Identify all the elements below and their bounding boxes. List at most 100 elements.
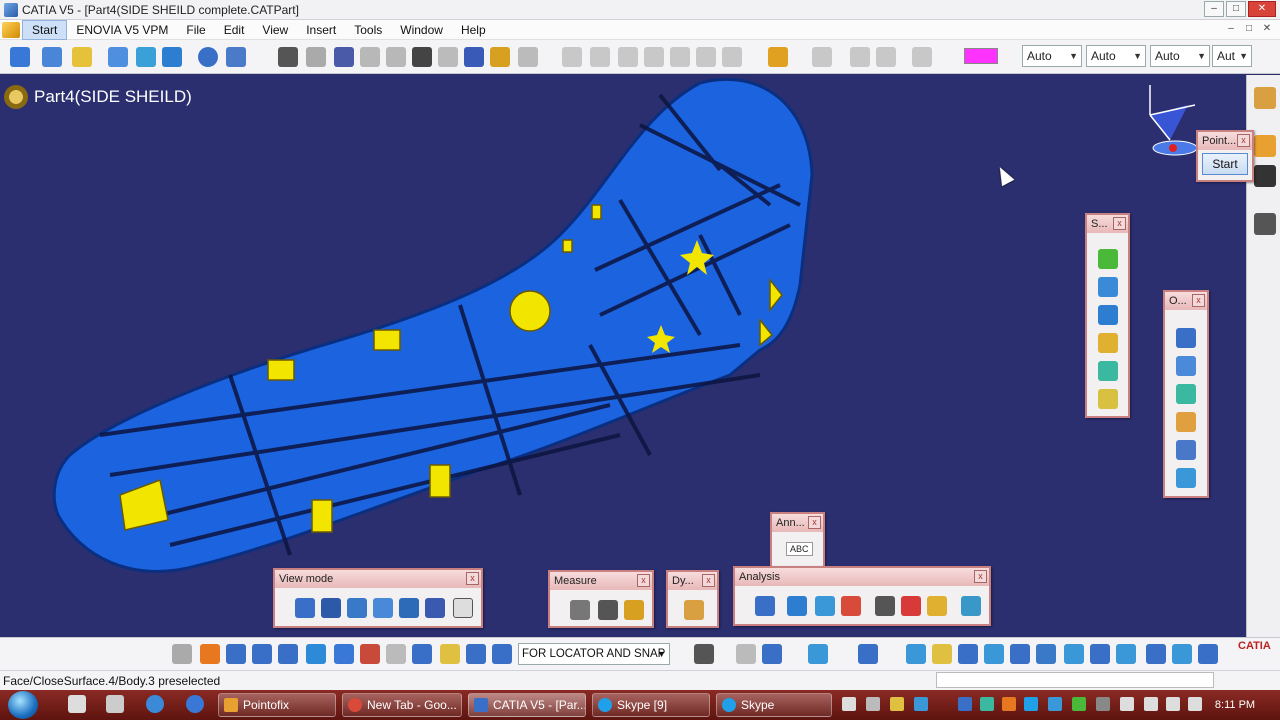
spline-icon[interactable] <box>226 47 246 67</box>
transform-icon[interactable] <box>1176 356 1196 376</box>
menu-view[interactable]: View <box>253 20 297 40</box>
menu-enovia[interactable]: ENOVIA V5 VPM <box>67 20 177 40</box>
part-geometry[interactable] <box>0 75 1246 637</box>
porcupine-icon[interactable] <box>841 596 861 616</box>
close-icon[interactable]: x <box>974 570 987 583</box>
menu-insert[interactable]: Insert <box>297 20 345 40</box>
text-annotation-button[interactable]: ABC <box>786 542 813 556</box>
selection-icon[interactable] <box>492 644 512 664</box>
menu-start[interactable]: Start <box>22 19 68 40</box>
fillet-icon[interactable] <box>464 47 484 67</box>
tray-app-icon[interactable] <box>1002 697 1016 711</box>
wireframe-icon[interactable] <box>425 598 445 618</box>
hide-show-icon[interactable] <box>850 47 870 67</box>
doc-close-button[interactable]: ✕ <box>1260 22 1274 36</box>
material-icon[interactable] <box>399 598 419 618</box>
minimize-button[interactable]: – <box>1204 1 1224 17</box>
cut-icon[interactable] <box>360 644 380 664</box>
connect-checker-icon[interactable] <box>755 596 775 616</box>
measure-item-icon[interactable] <box>598 600 618 620</box>
reframe-icon[interactable] <box>858 644 878 664</box>
palette-header[interactable]: Dy... x <box>668 572 717 590</box>
tray-app-icon[interactable] <box>1096 697 1110 711</box>
menu-tools[interactable]: Tools <box>345 20 391 40</box>
hide-show-icon[interactable] <box>1172 644 1192 664</box>
catia-menu-logo-icon[interactable] <box>2 21 20 38</box>
multi-select-icon[interactable] <box>736 644 756 664</box>
shading-icon[interactable] <box>295 598 315 618</box>
close-button[interactable]: ✕ <box>1248 1 1276 17</box>
draft-analysis-icon[interactable] <box>787 596 807 616</box>
ie-icon[interactable] <box>146 695 164 713</box>
close-icon[interactable]: x <box>466 572 479 585</box>
menu-window[interactable]: Window <box>391 20 452 40</box>
task-skype-9[interactable]: Skype [9] <box>592 693 710 717</box>
join-icon[interactable] <box>278 47 298 67</box>
normal-view-icon[interactable] <box>1064 644 1084 664</box>
grid-icon[interactable] <box>278 644 298 664</box>
sweep-icon[interactable] <box>162 47 182 67</box>
tray-app-icon[interactable] <box>914 697 928 711</box>
curve-icon[interactable] <box>1098 333 1118 353</box>
tray-app-icon[interactable] <box>1072 697 1086 711</box>
update-icon[interactable] <box>172 644 192 664</box>
task-catia[interactable]: CATIA V5 - [Par... <box>468 693 586 717</box>
start-button[interactable]: Start <box>1202 153 1248 175</box>
shading-no-edges-icon[interactable] <box>347 598 367 618</box>
measure-inertia-icon[interactable] <box>624 600 644 620</box>
shading-edges-icon[interactable] <box>321 598 341 618</box>
highlight-icon[interactable] <box>440 644 460 664</box>
point-tool-icon[interactable] <box>10 47 30 67</box>
menu-file[interactable]: File <box>177 20 214 40</box>
arc-icon[interactable] <box>1098 277 1118 297</box>
extrapolate-icon[interactable] <box>1176 440 1196 460</box>
custom-view-icon[interactable] <box>453 598 473 618</box>
plane-tool-icon[interactable] <box>72 47 92 67</box>
curvature-icon[interactable] <box>815 596 835 616</box>
doc-restore-button[interactable]: □ <box>1242 22 1256 36</box>
thick-surface-icon[interactable] <box>562 47 582 67</box>
annotation-icon[interactable] <box>1254 213 1276 235</box>
palette-header[interactable]: Analysis x <box>735 568 989 586</box>
translate-icon[interactable] <box>490 47 510 67</box>
trim-icon[interactable] <box>438 47 458 67</box>
layer-select[interactable]: Aut ▼ <box>1212 45 1252 67</box>
shading-mode-icon[interactable] <box>1146 644 1166 664</box>
doc-minimize-button[interactable]: – <box>1224 22 1238 36</box>
close-icon[interactable]: x <box>702 574 715 587</box>
windows-start-icon[interactable] <box>8 691 38 719</box>
3d-viewport[interactable] <box>0 75 1246 637</box>
constraints-icon[interactable] <box>1254 165 1276 187</box>
menu-edit[interactable]: Edit <box>215 20 254 40</box>
axis-system-icon[interactable] <box>226 644 246 664</box>
snap-icon[interactable] <box>334 644 354 664</box>
task-skype[interactable]: Skype <box>716 693 832 717</box>
revolve-icon[interactable] <box>136 47 156 67</box>
close-icon[interactable]: x <box>1237 134 1250 147</box>
pattern-icon[interactable] <box>1176 328 1196 348</box>
profile-icon[interactable] <box>1098 249 1118 269</box>
menu-help[interactable]: Help <box>452 20 495 40</box>
maximize-button[interactable]: □ <box>1226 1 1246 17</box>
power-icon[interactable] <box>1188 697 1202 711</box>
boundary-icon[interactable] <box>334 47 354 67</box>
fit-all-icon[interactable] <box>906 644 926 664</box>
zoom-in-icon[interactable] <box>984 644 1004 664</box>
conic-icon[interactable] <box>1098 305 1118 325</box>
zoom-out-icon[interactable] <box>1036 644 1056 664</box>
info-icon[interactable] <box>927 596 947 616</box>
system-clock[interactable]: 8:11 PM <box>1210 690 1260 720</box>
show-desktop-icon[interactable] <box>68 695 86 713</box>
chamfer-icon[interactable] <box>1176 412 1196 432</box>
swap-visible-icon[interactable] <box>1198 644 1218 664</box>
palette-header[interactable]: O... x <box>1165 292 1207 310</box>
spec-tree-root[interactable]: Part4(SIDE SHEILD) <box>4 85 192 109</box>
tray-app-icon[interactable] <box>842 697 856 711</box>
list-icon[interactable] <box>466 644 486 664</box>
sew-surface-icon[interactable] <box>618 47 638 67</box>
palette-header[interactable]: View mode x <box>275 570 481 588</box>
mirror-icon[interactable] <box>722 47 742 67</box>
color-swatch[interactable] <box>964 48 998 64</box>
tree-icon[interactable] <box>252 644 272 664</box>
environment-icon[interactable] <box>961 596 981 616</box>
